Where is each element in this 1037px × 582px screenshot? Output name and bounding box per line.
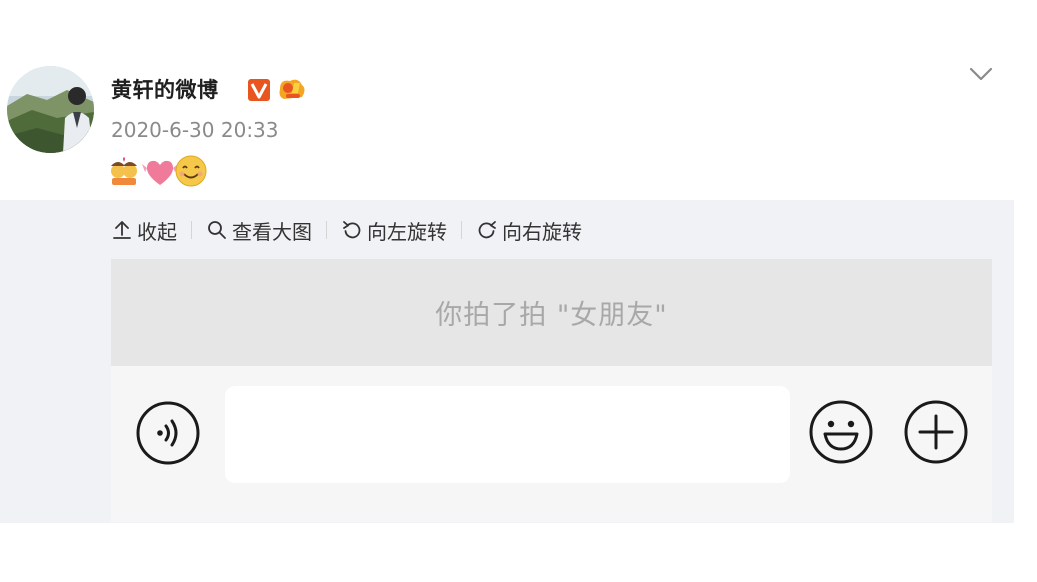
- collapse-up-icon: [113, 221, 131, 239]
- username[interactable]: 黄轩的微博: [111, 74, 219, 104]
- emoji-button[interactable]: [808, 399, 874, 465]
- heart-ribbon-emoji: [142, 160, 178, 185]
- rotate-right-label: 向右旋转: [502, 219, 582, 244]
- emoji-icon: [809, 400, 873, 464]
- toolbar-divider: [191, 221, 192, 239]
- post-timestamp: 2020-6-30 20:33: [111, 118, 279, 142]
- avatar-photo-icon: [7, 66, 94, 153]
- view-large-button[interactable]: 查看大图: [206, 216, 312, 245]
- rotate-right-button[interactable]: 向右旋转: [476, 216, 582, 245]
- avatar[interactable]: [7, 66, 94, 153]
- fan-badge-icon: [276, 75, 308, 103]
- view-large-label: 查看大图: [232, 219, 312, 244]
- more-options-button[interactable]: [903, 399, 969, 465]
- search-icon: [208, 221, 226, 239]
- pat-notice: 你拍了拍 "女朋友": [435, 300, 668, 331]
- smiling-face-emoji: [175, 155, 207, 187]
- toolbar-divider: [461, 221, 462, 239]
- chevron-down-icon[interactable]: [966, 62, 996, 86]
- chat-pat-area: 你拍了拍 "女朋友": [111, 259, 992, 366]
- rotate-left-label: 向左旋转: [367, 219, 447, 244]
- rotate-left-button[interactable]: 向左旋转: [341, 216, 447, 245]
- collapse-label: 收起: [137, 219, 177, 244]
- plus-icon: [904, 400, 968, 464]
- post-emoji-content: [110, 154, 210, 188]
- couple-kiss-emoji: [111, 157, 137, 185]
- v-verified-icon: [248, 79, 270, 101]
- voice-button[interactable]: [135, 400, 201, 466]
- rotate-left-icon: [343, 221, 361, 239]
- message-input[interactable]: [225, 386, 790, 483]
- toolbar-divider: [326, 221, 327, 239]
- collapse-button[interactable]: 收起: [111, 216, 177, 245]
- rotate-right-icon: [478, 221, 496, 239]
- image-toolbar: 收起 查看大图 向左旋转 向右旋转: [111, 215, 582, 245]
- voice-icon: [136, 401, 200, 465]
